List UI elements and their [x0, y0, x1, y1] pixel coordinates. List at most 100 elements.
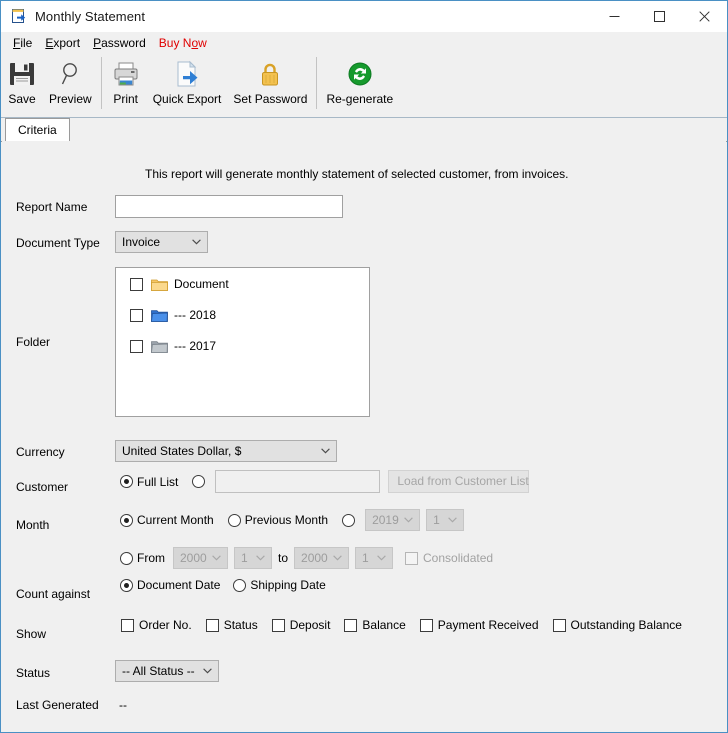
- chevron-down-icon: [333, 555, 342, 561]
- maximize-icon: [654, 10, 665, 22]
- close-icon: [699, 10, 710, 22]
- tab-criteria[interactable]: Criteria: [5, 118, 70, 141]
- close-button[interactable]: [682, 1, 727, 31]
- quick-export-button[interactable]: Quick Export: [147, 55, 228, 111]
- month-specific-year-select[interactable]: 2019: [365, 509, 421, 531]
- toolbar-separator: [100, 57, 102, 109]
- print-button[interactable]: Print: [105, 55, 147, 111]
- last-generated-value: --: [119, 698, 127, 712]
- customer-full-list-radio[interactable]: Full List: [120, 475, 178, 489]
- radio-indicator: [192, 475, 206, 488]
- report-name-input[interactable]: [115, 195, 343, 218]
- show-status-checkbox[interactable]: Status: [205, 618, 258, 632]
- folder-tree[interactable]: Document --- 2018 --- 2017: [115, 267, 370, 417]
- folder-tree-item[interactable]: --- 2018: [116, 305, 369, 325]
- menu-export[interactable]: Export: [39, 34, 87, 52]
- set-password-button-label: Set Password: [233, 92, 308, 106]
- set-password-button[interactable]: Set Password: [227, 55, 313, 111]
- padlock-icon: [255, 58, 285, 90]
- folder-checkbox[interactable]: [130, 339, 143, 353]
- preview-button-label: Preview: [49, 92, 92, 106]
- status-select[interactable]: -- All Status --: [115, 660, 219, 682]
- customer-name-input[interactable]: [215, 470, 381, 493]
- month-specific-year-value: 2019: [372, 513, 399, 527]
- menu-buy-now[interactable]: Buy Now: [153, 34, 214, 52]
- checkbox-indicator: [552, 618, 566, 632]
- status-label: Status: [16, 666, 51, 680]
- save-button-label: Save: [8, 92, 36, 106]
- radio-indicator: [120, 513, 133, 527]
- document-type-select[interactable]: Invoice: [115, 231, 208, 253]
- checkbox-indicator: [205, 618, 219, 632]
- maximize-button[interactable]: [637, 1, 682, 31]
- export-arrow-icon: [172, 58, 202, 90]
- folder-item-label: Document: [174, 277, 229, 291]
- month-from-radio[interactable]: From: [120, 551, 165, 565]
- month-to-month-value: 1: [362, 551, 369, 565]
- customer-specific-radio[interactable]: [192, 475, 209, 488]
- preview-button[interactable]: Preview: [43, 55, 98, 111]
- show-balance-checkbox[interactable]: Balance: [344, 618, 406, 632]
- toolbar: Save Preview Print Quick Export Set Pass…: [1, 53, 727, 118]
- menu-file[interactable]: File: [7, 34, 39, 52]
- show-payment-received-checkbox[interactable]: Payment Received: [419, 618, 539, 632]
- month-previous-radio[interactable]: Previous Month: [227, 513, 328, 527]
- show-outstanding-balance-checkbox[interactable]: Outstanding Balance: [552, 618, 682, 632]
- count-against-shipping-date-radio[interactable]: Shipping Date: [233, 578, 326, 592]
- count-against-document-date-label: Document Date: [137, 578, 221, 592]
- count-against-shipping-date-label: Shipping Date: [250, 578, 326, 592]
- regenerate-button[interactable]: Re-generate: [320, 55, 399, 111]
- document-type-value: Invoice: [122, 235, 161, 249]
- status-value: -- All Status --: [122, 664, 195, 678]
- currency-select[interactable]: United States Dollar, $: [115, 440, 337, 462]
- month-to-year-select[interactable]: 2000: [294, 547, 350, 569]
- menu-password[interactable]: Password: [87, 34, 153, 52]
- consolidated-checkbox[interactable]: Consolidated: [405, 551, 493, 565]
- month-from-month-select[interactable]: 1: [234, 547, 272, 569]
- document-type-label: Document Type: [16, 236, 100, 250]
- checkbox-indicator: [271, 618, 285, 632]
- radio-indicator: [227, 513, 241, 527]
- magnifier-icon: [55, 58, 85, 90]
- month-specific-radio[interactable]: [342, 513, 359, 527]
- printer-icon: [111, 58, 141, 90]
- radio-indicator: [233, 578, 247, 592]
- folder-checkbox[interactable]: [130, 277, 143, 291]
- folder-tree-item[interactable]: Document: [116, 274, 369, 294]
- load-from-customer-list-button[interactable]: Load from Customer List: [388, 470, 530, 493]
- month-specific-month-select[interactable]: 1: [426, 509, 465, 531]
- minimize-button[interactable]: [592, 1, 637, 31]
- chevron-down-icon: [448, 517, 457, 523]
- month-to-month-select[interactable]: 1: [355, 547, 394, 569]
- show-deposit-checkbox[interactable]: Deposit: [271, 618, 331, 632]
- minimize-icon: [609, 15, 620, 17]
- checkbox-indicator: [344, 618, 358, 632]
- show-label: Show: [16, 627, 47, 641]
- folder-gray-icon: [151, 339, 168, 353]
- show-order-no-checkbox[interactable]: Order No.: [121, 618, 192, 632]
- month-from-year-select[interactable]: 2000: [173, 547, 228, 569]
- month-current-radio[interactable]: Current Month: [120, 513, 214, 527]
- consolidated-label: Consolidated: [423, 551, 494, 565]
- menu-bar: File Export Password Buy Now: [1, 32, 727, 53]
- application-window: Monthly Statement File Export Password B…: [0, 0, 728, 733]
- report-description: This report will generate monthly statem…: [145, 167, 569, 181]
- save-button[interactable]: Save: [1, 55, 43, 111]
- checkbox-indicator: [121, 618, 134, 632]
- folder-yellow-icon: [151, 277, 168, 291]
- currency-label: Currency: [16, 445, 65, 459]
- show-option-label: Deposit: [289, 618, 331, 632]
- chevron-down-icon: [192, 239, 201, 245]
- month-label: Month: [16, 518, 50, 532]
- checkbox-indicator: [405, 551, 419, 565]
- folder-tree-item[interactable]: --- 2017: [116, 336, 369, 356]
- chevron-down-icon: [203, 668, 212, 674]
- folder-item-label: --- 2018: [174, 308, 217, 322]
- count-against-label: Count against: [16, 587, 91, 601]
- folder-checkbox[interactable]: [130, 308, 143, 322]
- last-generated-label: Last Generated: [16, 698, 99, 712]
- show-option-label: Payment Received: [437, 618, 539, 632]
- toolbar-separator-2: [316, 57, 318, 109]
- count-against-document-date-radio[interactable]: Document Date: [120, 578, 220, 592]
- customer-full-list-label: Full List: [137, 474, 179, 489]
